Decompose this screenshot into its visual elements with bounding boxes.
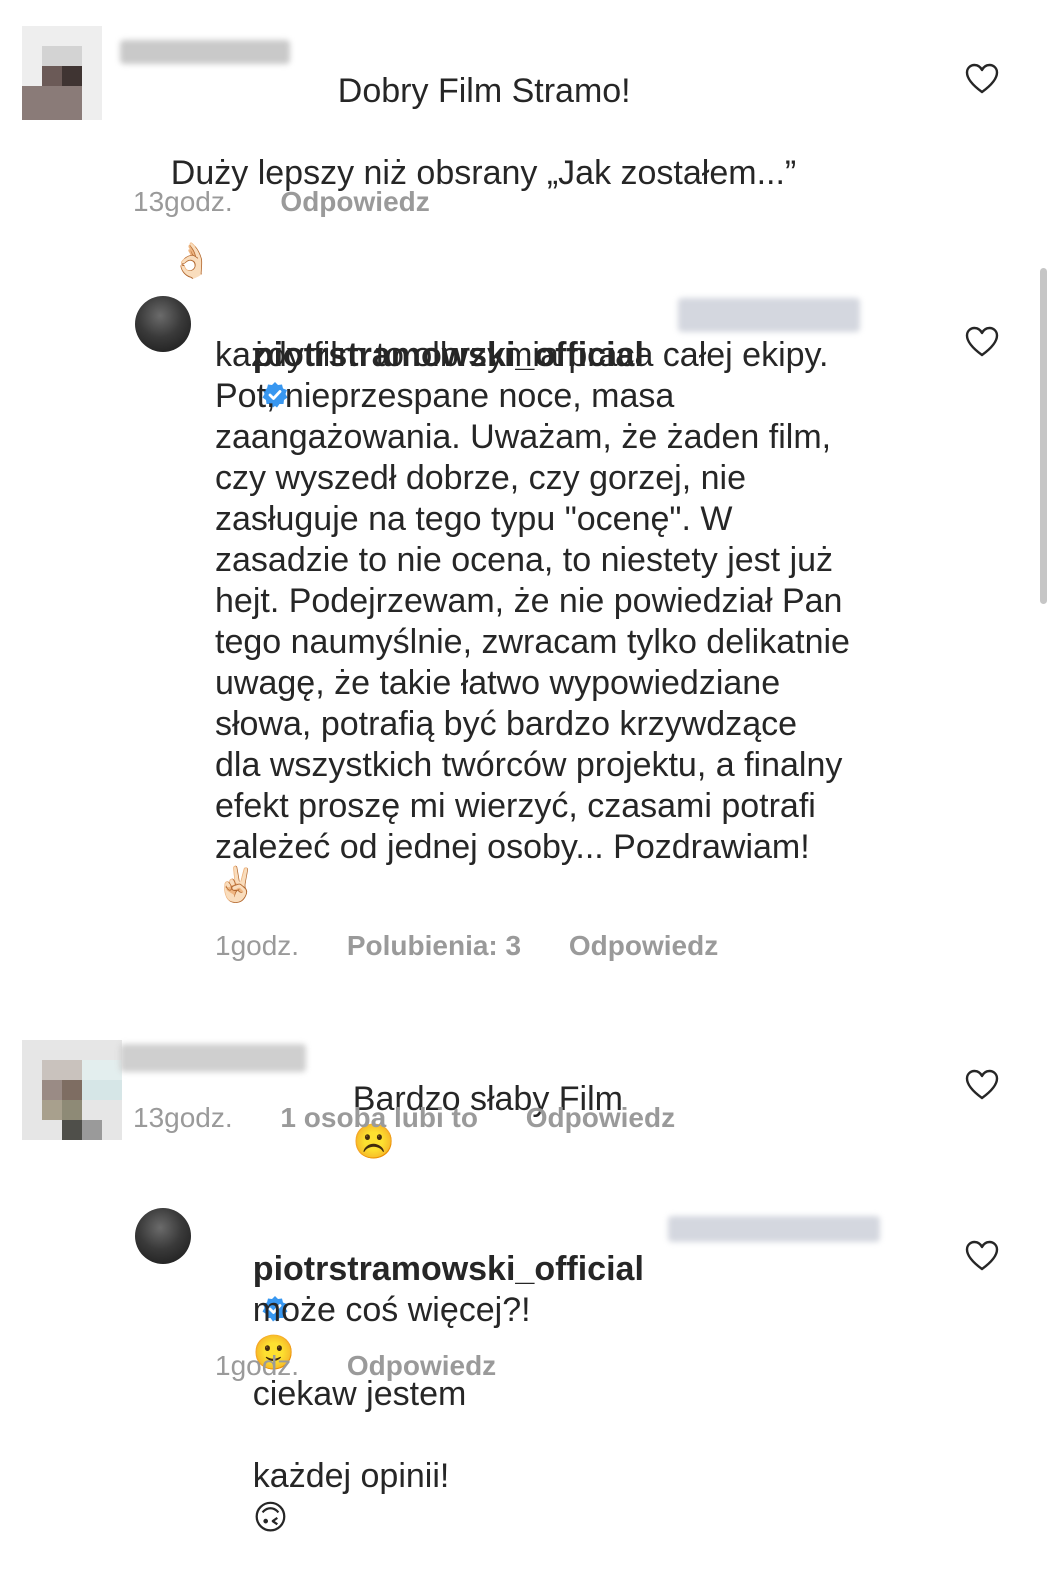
- username-blurred[interactable]: [120, 1044, 306, 1072]
- reply-body: może coś więcej?! 🙂 ciekaw jestem każdej…: [215, 1249, 531, 1580]
- heart-icon[interactable]: [965, 326, 999, 358]
- reply-time: 1godz.: [215, 930, 300, 961]
- reply-button[interactable]: Odpowiedz: [280, 186, 429, 217]
- reply-body-line2: każdej opinii!: [252, 1456, 450, 1495]
- comment-1: Dobry Film Stramo! Duży lepszy niż obsra…: [0, 0, 1055, 280]
- avatar-blurred[interactable]: [22, 26, 102, 120]
- reply-button[interactable]: Odpowiedz: [569, 930, 718, 961]
- victory-emoji: ✌🏻: [215, 866, 258, 904]
- likes-count[interactable]: 1 osoba lubi to: [280, 1102, 478, 1133]
- scrollbar[interactable]: [1040, 268, 1047, 604]
- comment-2: Bardzo słaby Film ☹️ 13godz. 1 osoba lub…: [0, 1020, 1055, 1161]
- mention-blurred[interactable]: [668, 1216, 880, 1242]
- comment-meta: 13godz. 1 osoba lubi to Odpowiedz: [133, 1102, 715, 1134]
- reply-button[interactable]: Odpowiedz: [526, 1102, 675, 1133]
- ok-hand-emoji: 👌🏻: [170, 242, 214, 280]
- reply-body: każdy film to olbrzymia praca całej ekip…: [215, 336, 850, 866]
- avatar[interactable]: [135, 296, 191, 352]
- heart-icon[interactable]: [965, 1240, 999, 1272]
- comment-text-line1: Dobry Film Stramo!: [337, 72, 631, 110]
- reply-button[interactable]: Odpowiedz: [347, 1350, 496, 1381]
- mention-blurred[interactable]: [678, 298, 860, 332]
- reply-meta: 1godz. Polubienia: 3 Odpowiedz: [215, 930, 758, 962]
- comment-meta: 13godz. Odpowiedz: [133, 186, 470, 218]
- reply-comment-1: piotrstramowski_official każdy film to o…: [0, 280, 1055, 980]
- comment-time: 13godz.: [133, 1102, 233, 1133]
- comment-time: 13godz.: [133, 186, 233, 217]
- avatar[interactable]: [135, 1208, 191, 1264]
- reply-body-part1: może coś więcej?!: [252, 1291, 531, 1329]
- heart-icon[interactable]: [965, 63, 999, 95]
- avatar-blurred[interactable]: [22, 1040, 122, 1140]
- upside-down-emoji: 🙃: [252, 1499, 289, 1538]
- reply-meta: 1godz. Odpowiedz: [215, 1350, 536, 1382]
- reply-comment-2: piotrstramowski_official może coś więcej…: [0, 1190, 1055, 1537]
- likes-count[interactable]: Polubienia: 3: [347, 930, 521, 961]
- heart-icon[interactable]: [965, 1069, 999, 1101]
- reply-time: 1godz.: [215, 1350, 300, 1381]
